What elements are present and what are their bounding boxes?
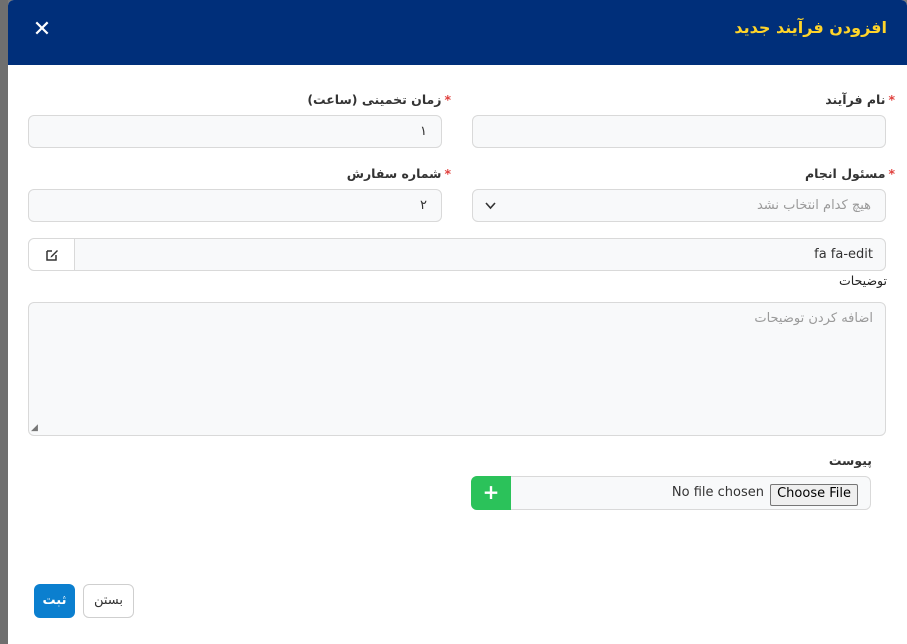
responsible-select[interactable]: هیچ کدام انتخاب نشد [472,189,886,222]
process-name-label: *نام فرآیند [825,92,895,107]
responsible-label: *مسئول انجام [805,166,895,181]
resize-grip-icon[interactable]: ◢ [31,423,38,433]
modal-title: افزودن فرآیند جدید [734,18,887,37]
icon-class-input[interactable]: fa fa-edit [814,239,873,270]
edit-icon[interactable] [29,239,75,270]
estimated-time-label: *زمان تخمینی (ساعت) [307,92,451,107]
estimated-time-input[interactable]: ۱ [28,115,442,148]
required-marker: * [888,166,895,181]
icon-input-group: fa fa-edit [28,238,886,271]
choose-file-button[interactable]: Choose File [770,484,858,506]
chevron-down-icon [485,190,496,233]
add-process-modal: ✕ افزودن فرآیند جدید *نام فرآیند *زمان ت… [8,0,907,644]
close-icon[interactable]: ✕ [32,18,52,42]
order-number-label: *شماره سفارش [346,166,451,181]
file-input-group: + No file chosen Choose File [471,476,871,510]
required-marker: * [888,92,895,107]
responsible-placeholder: هیچ کدام انتخاب نشد [756,198,871,213]
description-placeholder: اضافه کردن توضیحات [754,311,873,326]
background-overlay [0,0,8,644]
modal-header: ✕ افزودن فرآیند جدید [8,0,907,65]
submit-button[interactable]: ثبت [34,584,75,618]
required-marker: * [444,166,451,181]
file-status-text: No file chosen [671,485,764,500]
close-button[interactable]: بستن [83,584,134,618]
description-label: توضیحات [839,273,887,288]
attachment-label: پیوست [828,453,872,468]
description-textarea[interactable]: اضافه کردن توضیحات ◢ [28,302,886,436]
process-name-input[interactable] [472,115,886,148]
required-marker: * [444,92,451,107]
order-number-input[interactable]: ۲ [28,189,442,222]
add-attachment-button[interactable]: + [471,476,511,510]
